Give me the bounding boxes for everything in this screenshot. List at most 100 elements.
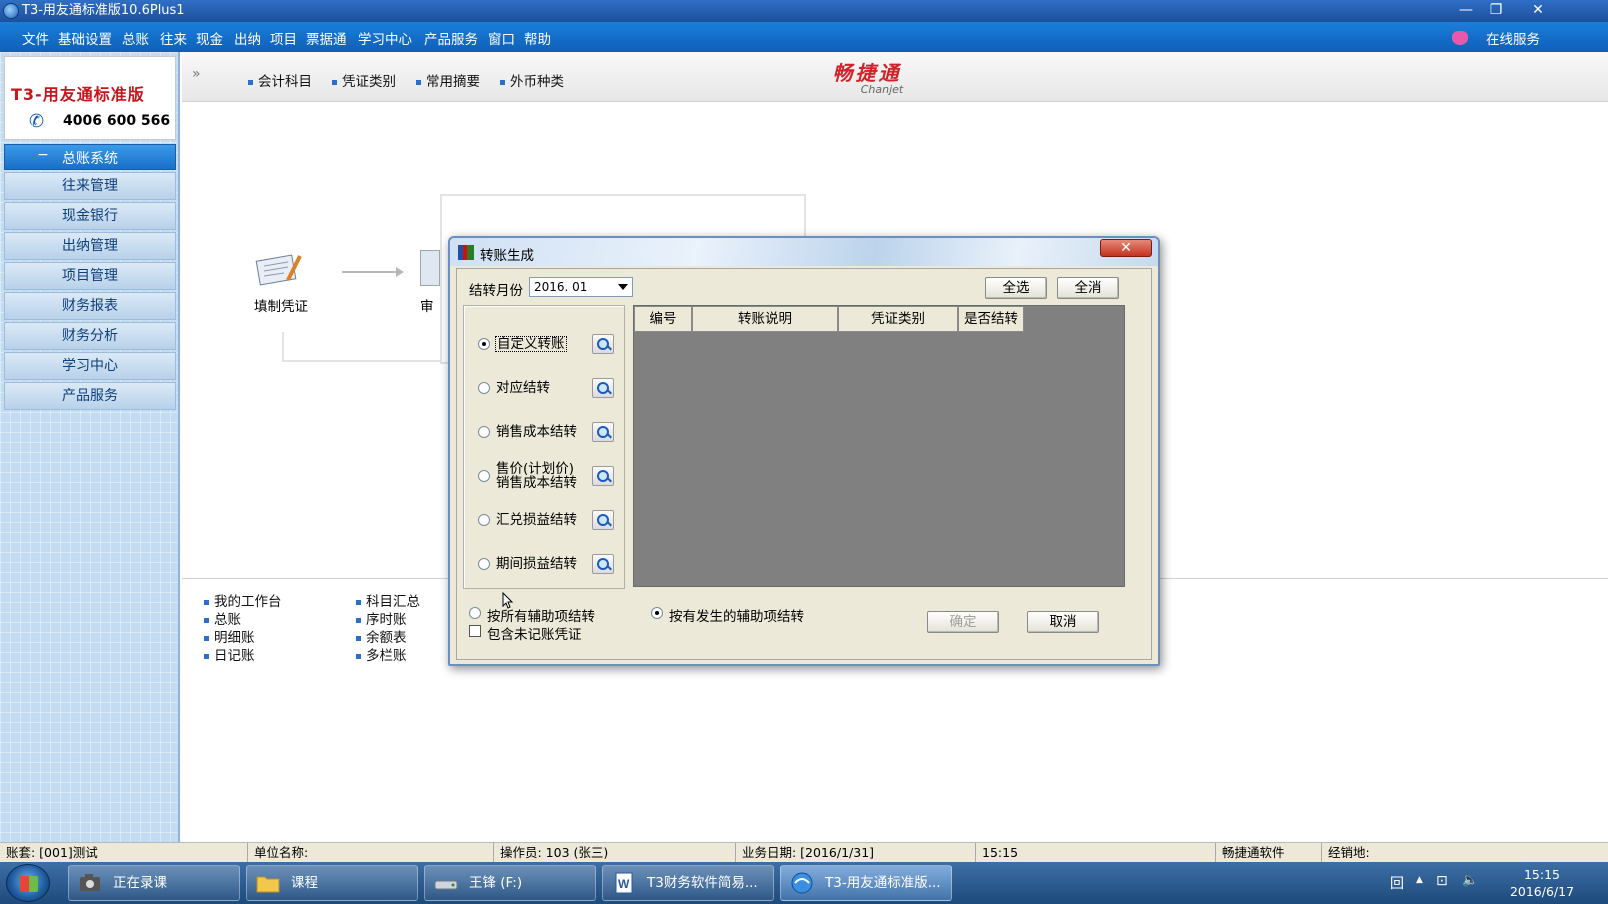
- column-header-number[interactable]: 编号: [634, 306, 692, 332]
- quick-tab-common-summaries[interactable]: 常用摘要: [416, 70, 480, 90]
- search-icon[interactable]: [592, 554, 614, 574]
- status-manager: 经销地:: [1328, 845, 1370, 860]
- link-detail-ledger[interactable]: 明细账: [204, 626, 255, 646]
- search-icon[interactable]: [592, 466, 614, 486]
- nav-item-project[interactable]: 项目管理: [4, 262, 176, 290]
- taskbar-button-word-doc[interactable]: W T3财务软件简易...: [602, 865, 774, 901]
- ime-icon[interactable]: 回: [1390, 873, 1404, 893]
- column-header-description[interactable]: 转账说明: [692, 306, 838, 332]
- radio-period-profit-loss-transfer[interactable]: [478, 558, 490, 570]
- include-unposted-checkbox[interactable]: [469, 625, 481, 637]
- radio-all-aux-items[interactable]: [469, 607, 481, 619]
- option-label-planned-price-cost-transfer[interactable]: 售价(计划价) 销售成本结转: [496, 462, 577, 490]
- radio-exchange-gain-loss-transfer[interactable]: [478, 514, 490, 526]
- nav-system-label: 总账系统: [62, 151, 118, 167]
- option-label-custom-transfer[interactable]: 自定义转账: [495, 336, 567, 352]
- transfer-generation-dialog: 转账生成 ✕ 结转月份 2016. 01 全选 全消 自定义转账 对应结转 销售…: [448, 236, 1160, 666]
- taskbar-button-t3-app[interactable]: T3-用友通标准版...: [780, 865, 952, 901]
- nav-item-financial-analysis[interactable]: 财务分析: [4, 322, 176, 350]
- option-label-sales-cost-transfer[interactable]: 销售成本结转: [496, 425, 577, 439]
- flow-label-voucher-entry[interactable]: 填制凭证: [254, 295, 308, 315]
- nav-item-receivables[interactable]: 往来管理: [4, 172, 176, 200]
- option-label-exchange-gain-loss-transfer[interactable]: 汇兑损益结转: [496, 513, 577, 527]
- radio-corresponding-transfer[interactable]: [478, 382, 490, 394]
- transfer-grid[interactable]: 编号 转账说明 凭证类别 是否结转: [633, 305, 1125, 587]
- link-general-ledger[interactable]: 总账: [204, 608, 241, 628]
- menu-file[interactable]: 文件: [22, 28, 49, 48]
- dialog-close-button[interactable]: ✕: [1100, 239, 1152, 257]
- expand-chevron-icon[interactable]: »: [192, 66, 201, 82]
- link-multi-column-ledger[interactable]: 多栏账: [356, 644, 407, 664]
- flow-label-review[interactable]: 审: [420, 295, 434, 315]
- radio-custom-transfer[interactable]: [478, 338, 490, 350]
- radio-sales-cost-transfer[interactable]: [478, 426, 490, 438]
- radio-planned-price-cost-transfer[interactable]: [478, 470, 490, 482]
- month-select[interactable]: 2016. 01: [529, 277, 633, 297]
- status-bar: 账套: [001]测试 单位名称: 操作员: 103 (张三) 业务日期: [2…: [0, 842, 1608, 862]
- nav-item-cashier[interactable]: 出纳管理: [4, 232, 176, 260]
- taskbar-button-recording[interactable]: 正在录课: [68, 865, 240, 901]
- link-my-workbench[interactable]: 我的工作台: [204, 590, 282, 610]
- quick-tab-voucher-types[interactable]: 凭证类别: [332, 70, 396, 90]
- taskbar-button-course-folder[interactable]: 课程: [246, 865, 418, 901]
- menu-product-service[interactable]: 产品服务: [424, 28, 478, 48]
- clock-date: 2016/6/17: [1509, 884, 1575, 899]
- voucher-review-icon[interactable]: [420, 250, 440, 286]
- menu-general-ledger[interactable]: 总账: [122, 28, 149, 48]
- nav-item-learning-center[interactable]: 学习中心: [4, 352, 176, 380]
- online-service-link[interactable]: 在线服务: [1486, 28, 1540, 48]
- show-hidden-icons-icon[interactable]: ▲: [1416, 875, 1423, 885]
- volume-icon[interactable]: 🔈: [1462, 873, 1478, 888]
- flow-connector: [282, 332, 442, 362]
- menu-bill[interactable]: 票据通: [306, 28, 347, 48]
- quick-tab-currencies[interactable]: 外币种类: [500, 70, 564, 90]
- logo-title: T3-用友通标准版: [11, 85, 145, 104]
- menu-basic-settings[interactable]: 基础设置: [58, 28, 112, 48]
- search-icon[interactable]: [592, 334, 614, 354]
- link-chronological-ledger[interactable]: 序时账: [356, 608, 407, 628]
- nav-item-cash-bank[interactable]: 现金银行: [4, 202, 176, 230]
- option-label-period-profit-loss-transfer[interactable]: 期间损益结转: [496, 557, 577, 571]
- search-icon[interactable]: [592, 510, 614, 530]
- dialog-body: 结转月份 2016. 01 全选 全消 自定义转账 对应结转 销售成本结转 售价…: [456, 268, 1152, 660]
- hotline-number: 4006 600 566: [63, 113, 171, 129]
- left-nav-panel: T3-用友通标准版 ✆ 4006 600 566 − 总账系统 往来管理 现金银…: [0, 52, 180, 842]
- maximize-button[interactable]: ❐: [1484, 1, 1508, 19]
- radio-occurred-aux-items[interactable]: [651, 607, 663, 619]
- nav-item-financial-reports[interactable]: 财务报表: [4, 292, 176, 320]
- menu-cashier[interactable]: 出纳: [234, 28, 261, 48]
- option-label-occurred-aux-items[interactable]: 按有发生的辅助项结转: [669, 605, 804, 625]
- column-header-voucher-type[interactable]: 凭证类别: [838, 306, 958, 332]
- voucher-entry-icon[interactable]: [254, 250, 306, 286]
- search-icon[interactable]: [592, 422, 614, 442]
- menu-receivables[interactable]: 往来: [160, 28, 187, 48]
- start-button[interactable]: [6, 864, 50, 902]
- cancel-button[interactable]: 取消: [1027, 611, 1099, 633]
- network-icon[interactable]: ⊡: [1436, 873, 1448, 889]
- link-balance-sheet[interactable]: 余额表: [356, 626, 407, 646]
- app-icon: [3, 3, 19, 19]
- search-icon[interactable]: [592, 378, 614, 398]
- minimize-button[interactable]: —: [1454, 1, 1478, 19]
- option-label-corresponding-transfer[interactable]: 对应结转: [496, 381, 550, 395]
- link-journal[interactable]: 日记账: [204, 644, 255, 664]
- nav-general-ledger-system[interactable]: − 总账系统: [4, 144, 176, 170]
- system-clock[interactable]: 15:15 2016/6/17: [1502, 866, 1582, 900]
- include-unposted-label[interactable]: 包含未记账凭证: [487, 623, 582, 643]
- dialog-title-bar[interactable]: 转账生成 ✕: [450, 238, 1158, 266]
- link-account-summary[interactable]: 科目汇总: [356, 590, 420, 610]
- taskbar-button-drive[interactable]: 王锋 (F:): [424, 865, 596, 901]
- select-all-button[interactable]: 全选: [985, 277, 1047, 299]
- menu-cash[interactable]: 现金: [196, 28, 223, 48]
- clear-all-button[interactable]: 全消: [1057, 277, 1119, 299]
- column-header-transferred[interactable]: 是否结转: [958, 306, 1024, 332]
- menu-project[interactable]: 项目: [270, 28, 297, 48]
- menu-help[interactable]: 帮助: [524, 28, 551, 48]
- menu-window[interactable]: 窗口: [488, 28, 515, 48]
- quick-tab-accounts[interactable]: 会计科目: [248, 70, 312, 90]
- ok-button[interactable]: 确定: [927, 611, 999, 633]
- menu-learning-center[interactable]: 学习中心: [358, 28, 412, 48]
- close-window-button[interactable]: ✕: [1526, 1, 1550, 19]
- nav-item-product-service[interactable]: 产品服务: [4, 382, 176, 410]
- dropdown-arrow-icon[interactable]: [614, 278, 632, 296]
